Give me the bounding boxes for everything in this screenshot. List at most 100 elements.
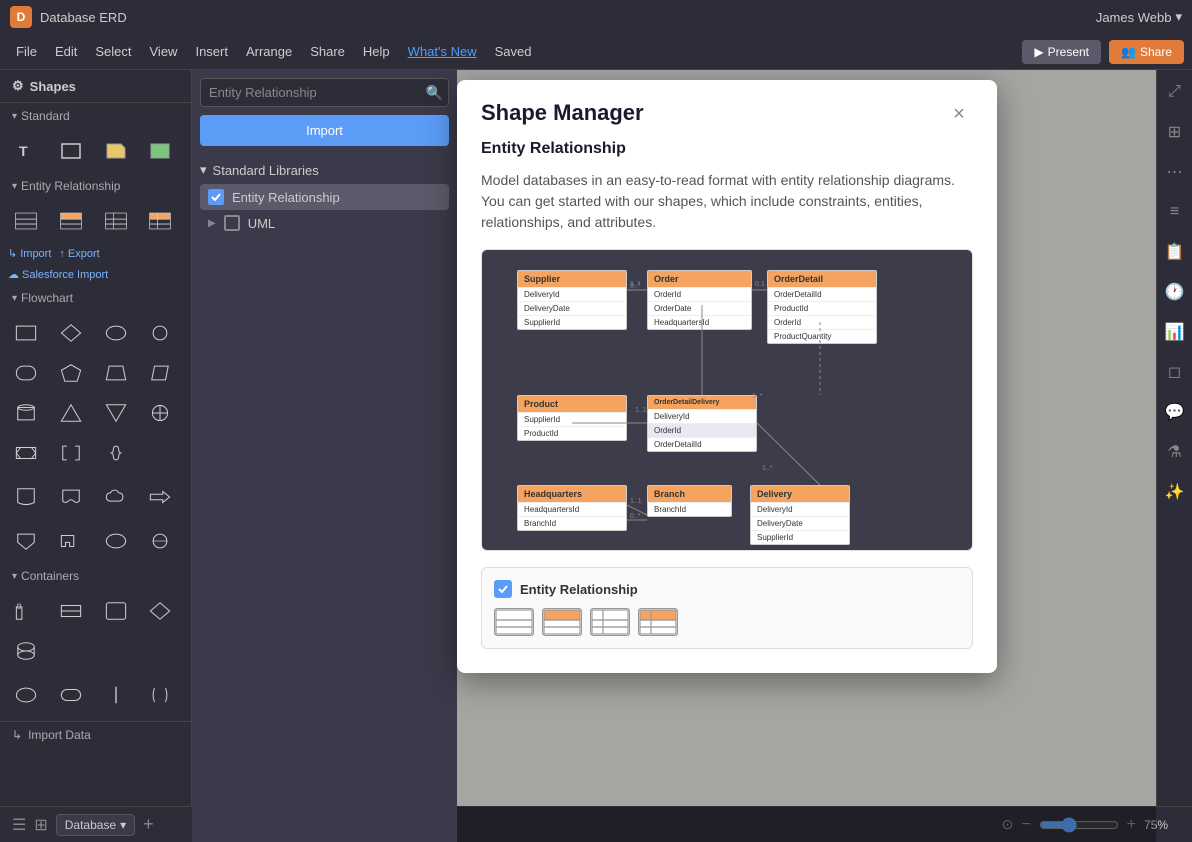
menu-arrange[interactable]: Arrange xyxy=(238,40,300,63)
fc-inv-triangle[interactable] xyxy=(98,395,134,431)
er-shape-4[interactable] xyxy=(142,203,178,239)
data-icon[interactable]: 📊 xyxy=(1161,318,1189,346)
import-data-button[interactable]: ↳ Import Data xyxy=(0,721,191,748)
lib-item-uml[interactable]: ▶ UML xyxy=(200,210,449,236)
import-btn[interactable]: ↳ Import xyxy=(8,247,51,260)
filter-icon[interactable]: ⚗ xyxy=(1161,438,1189,466)
uml-expand-arrow: ▶ xyxy=(208,218,216,229)
close-button[interactable]: × xyxy=(945,100,973,128)
fc-cross[interactable] xyxy=(142,395,178,431)
shape-doc[interactable] xyxy=(8,479,44,515)
shape-wavy[interactable] xyxy=(53,479,89,515)
menu-whats-new[interactable]: What's New xyxy=(400,40,485,63)
section-containers[interactable]: ▾ Containers xyxy=(0,563,191,589)
shapes-icon[interactable]: ◻ xyxy=(1161,358,1189,386)
app-title: Database ERD xyxy=(40,10,127,25)
menu-help[interactable]: Help xyxy=(355,40,398,63)
erd-table-product: Product SupplierId ProductId xyxy=(517,395,627,441)
shape-circle2[interactable] xyxy=(142,523,178,559)
menu-share[interactable]: Share xyxy=(302,40,353,63)
shape-manager-description: Model databases in an easy-to-read forma… xyxy=(457,170,997,249)
shape-manager-title: Shape Manager xyxy=(481,100,644,126)
shape-round[interactable] xyxy=(98,523,134,559)
fc-bracket[interactable] xyxy=(53,435,89,471)
shape-shield[interactable] xyxy=(8,523,44,559)
shape-cloud[interactable] xyxy=(98,479,134,515)
section-flowchart[interactable]: ▾ Flowchart xyxy=(0,285,191,311)
shape-note[interactable] xyxy=(98,133,134,169)
import-button[interactable]: Import xyxy=(200,115,449,146)
page-tab-dropdown[interactable]: Database ▾ xyxy=(56,814,135,836)
format-icon[interactable]: ⊞ xyxy=(1161,118,1189,146)
fc-diamond[interactable] xyxy=(53,315,89,351)
comment-icon[interactable]: 💬 xyxy=(1161,398,1189,426)
fc-rounded-rect[interactable] xyxy=(8,355,44,391)
cont-oval2[interactable] xyxy=(8,677,44,713)
search-input-wrap: 🔍 xyxy=(192,70,457,115)
uml-checkbox[interactable] xyxy=(224,215,240,231)
shape-search[interactable] xyxy=(53,523,89,559)
fc-trap[interactable] xyxy=(98,355,134,391)
layers-icon[interactable]: ≡ xyxy=(1161,198,1189,226)
fc-hexagon[interactable] xyxy=(8,435,44,471)
shape-manager-header: Shape Manager × xyxy=(457,80,997,140)
entity-relationship-checkbox[interactable] xyxy=(208,189,224,205)
fc-curly[interactable] xyxy=(98,435,134,471)
shape-arrow[interactable] xyxy=(142,479,178,515)
shape-colored-rect[interactable] xyxy=(142,133,178,169)
fc-oval[interactable] xyxy=(98,315,134,351)
share-button[interactable]: 👥 Share xyxy=(1109,40,1184,64)
svg-text:1..*: 1..* xyxy=(762,465,773,472)
fc-pentagon[interactable] xyxy=(53,355,89,391)
menu-insert[interactable]: Insert xyxy=(187,40,236,63)
cont-4[interactable] xyxy=(142,593,178,629)
present-button[interactable]: ▶ Present xyxy=(1022,40,1101,64)
svg-text:0..*: 0..* xyxy=(630,513,641,520)
footer-header: Entity Relationship xyxy=(494,580,960,598)
section-entity-relationship[interactable]: ▾ Entity Relationship xyxy=(0,173,191,199)
menu-select[interactable]: Select xyxy=(87,40,139,63)
fc-circle[interactable] xyxy=(142,315,178,351)
search-input[interactable] xyxy=(200,78,449,107)
shape-text[interactable]: T xyxy=(8,133,44,169)
grid-view-icon[interactable]: ⊞ xyxy=(34,815,47,835)
footer-checkbox[interactable] xyxy=(494,580,512,598)
er-shape-2[interactable] xyxy=(53,203,89,239)
user-chevron: ▾ xyxy=(1175,9,1182,25)
cont-3[interactable] xyxy=(98,593,134,629)
canvas[interactable]: 🔍 Import ▾ Standard Libraries Entity Rel… xyxy=(192,70,1156,842)
standard-shapes-grid: T xyxy=(0,129,191,173)
search-icon[interactable]: 🔍 xyxy=(426,84,443,101)
add-page-button[interactable]: + xyxy=(143,814,154,835)
cont-2[interactable] xyxy=(53,593,89,629)
fc-rect[interactable] xyxy=(8,315,44,351)
salesforce-import-btn[interactable]: ☁ Salesforce Import xyxy=(8,268,108,281)
er-shape-3[interactable] xyxy=(98,203,134,239)
flowchart-shapes-grid xyxy=(0,311,191,475)
menu-saved[interactable]: Saved xyxy=(487,40,540,63)
list-view-icon[interactable]: ☰ xyxy=(12,815,26,835)
clock-icon[interactable]: 🕐 xyxy=(1161,278,1189,306)
fc-triangle[interactable] xyxy=(53,395,89,431)
cont-brace[interactable] xyxy=(142,677,178,713)
more-icon[interactable]: ⋯ xyxy=(1161,158,1189,186)
export-btn[interactable]: ↑ Export xyxy=(59,247,99,260)
container-shapes-grid xyxy=(0,589,191,673)
fc-para[interactable] xyxy=(142,355,178,391)
section-standard[interactable]: ▾ Standard xyxy=(0,103,191,129)
fc-cylinder[interactable] xyxy=(8,395,44,431)
lib-item-entity-relationship[interactable]: Entity Relationship xyxy=(200,184,449,210)
magic-icon[interactable]: ✨ xyxy=(1161,478,1189,506)
cont-1[interactable] xyxy=(8,593,44,629)
cont-5[interactable] xyxy=(8,633,44,669)
menu-edit[interactable]: Edit xyxy=(47,40,85,63)
expand-icon[interactable]: ⤢ xyxy=(1161,78,1189,106)
standard-libraries-header[interactable]: ▾ Standard Libraries xyxy=(200,162,449,178)
pages-icon[interactable]: 📋 xyxy=(1161,238,1189,266)
menu-view[interactable]: View xyxy=(142,40,186,63)
cont-oval3[interactable] xyxy=(53,677,89,713)
er-shape-1[interactable] xyxy=(8,203,44,239)
cont-bar[interactable] xyxy=(98,677,134,713)
menu-file[interactable]: File xyxy=(8,40,45,63)
shape-rect[interactable] xyxy=(53,133,89,169)
